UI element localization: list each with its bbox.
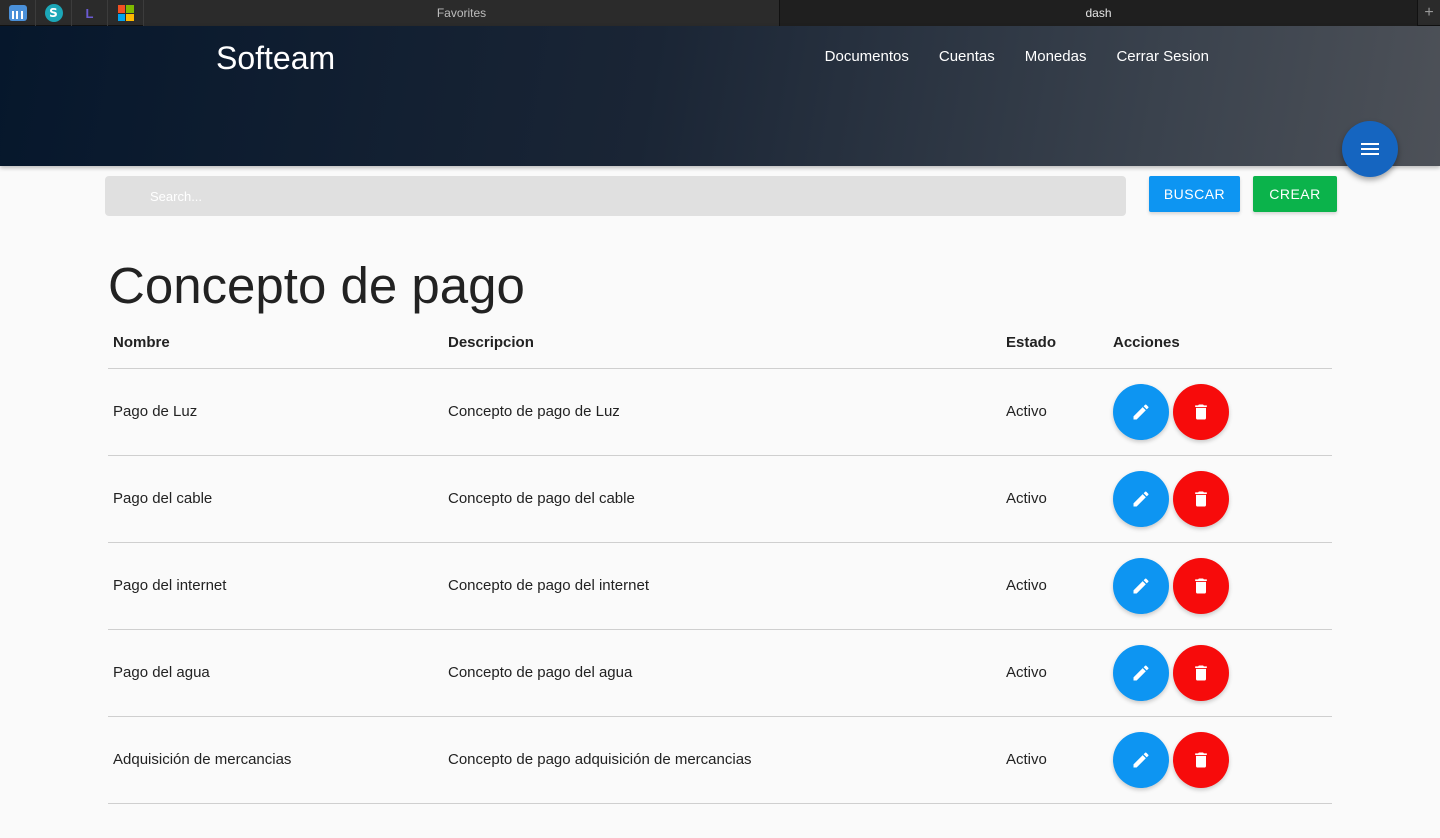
bookmark-s[interactable]: S [36, 0, 72, 26]
row-actions [1113, 471, 1229, 527]
cell-nombre: Pago de Luz [113, 403, 198, 420]
trash-icon [1195, 491, 1207, 507]
delete-button[interactable] [1173, 732, 1229, 788]
browser-tab-bar: S L Favorites dash + [0, 0, 1440, 26]
crear-button[interactable]: CREAR [1253, 176, 1337, 212]
cell-nombre: Adquisición de mercancias [113, 751, 292, 768]
cell-descripcion: Concepto de pago del internet [448, 577, 649, 594]
search-input[interactable] [105, 176, 1126, 216]
trash-icon [1195, 665, 1207, 681]
s-icon: S [44, 4, 63, 22]
pencil-icon [1133, 752, 1149, 768]
cell-nombre: Pago del internet [113, 577, 227, 594]
pencil-icon [1133, 404, 1149, 420]
pencil-icon [1133, 491, 1149, 507]
column-header-acciones: Acciones [1113, 334, 1180, 351]
bookmark-bank[interactable] [0, 0, 36, 26]
bookmark-windows[interactable] [108, 0, 144, 26]
cell-descripcion: Concepto de pago adquisición de mercanci… [448, 751, 752, 768]
column-header-descripcion: Descripcion [448, 334, 534, 351]
table-header: Nombre Descripcion Estado Acciones [108, 320, 1332, 369]
table-row: Pago de Luz Concepto de pago de Luz Acti… [108, 369, 1332, 456]
app-header: Softeam Documentos Cuentas Monedas Cerra… [0, 26, 1440, 166]
windows-icon [117, 5, 134, 21]
cell-estado: Activo [1006, 403, 1047, 420]
brand-logo[interactable]: Softeam [216, 40, 335, 77]
menu-fab-button[interactable] [1342, 121, 1398, 177]
tab-favorites[interactable]: Favorites [144, 0, 780, 26]
cell-descripcion: Concepto de pago de Luz [448, 403, 620, 420]
edit-button[interactable] [1113, 645, 1169, 701]
table-row: Pago del agua Concepto de pago del agua … [108, 630, 1332, 717]
main-nav: Documentos Cuentas Monedas Cerrar Sesion [795, 48, 1209, 65]
menu-icon [1361, 143, 1379, 155]
table-row: Pago del internet Concepto de pago del i… [108, 543, 1332, 630]
row-actions [1113, 732, 1229, 788]
bookmark-bar: S L [0, 0, 144, 26]
edit-button[interactable] [1113, 384, 1169, 440]
delete-button[interactable] [1173, 471, 1229, 527]
trash-icon [1195, 752, 1207, 768]
column-header-estado: Estado [1006, 334, 1057, 351]
trash-icon [1195, 404, 1207, 420]
edit-button[interactable] [1113, 558, 1169, 614]
edit-button[interactable] [1113, 732, 1169, 788]
cell-nombre: Pago del agua [113, 664, 210, 681]
pencil-icon [1133, 578, 1149, 594]
delete-button[interactable] [1173, 558, 1229, 614]
cell-estado: Activo [1006, 490, 1047, 507]
row-actions [1113, 384, 1229, 440]
delete-button[interactable] [1173, 645, 1229, 701]
trash-icon [1195, 578, 1207, 594]
table-row: Adquisición de mercancias Concepto de pa… [108, 717, 1332, 804]
pencil-icon [1133, 665, 1149, 681]
cell-descripcion: Concepto de pago del cable [448, 490, 635, 507]
column-header-nombre: Nombre [113, 334, 170, 351]
delete-button[interactable] [1173, 384, 1229, 440]
tab-dash[interactable]: dash [780, 0, 1417, 26]
l-icon: L [85, 5, 94, 21]
nav-monedas[interactable]: Monedas [1025, 48, 1087, 65]
table-row: Pago del cable Concepto de pago del cabl… [108, 456, 1332, 543]
bookmark-l[interactable]: L [72, 0, 108, 26]
row-actions [1113, 645, 1229, 701]
cell-estado: Activo [1006, 664, 1047, 681]
cell-estado: Activo [1006, 751, 1047, 768]
cell-estado: Activo [1006, 577, 1047, 594]
edit-button[interactable] [1113, 471, 1169, 527]
cell-nombre: Pago del cable [113, 490, 213, 507]
cell-descripcion: Concepto de pago del agua [448, 664, 633, 681]
new-tab-button[interactable]: + [1417, 0, 1440, 26]
page-title: Concepto de pago [108, 257, 525, 314]
row-actions [1113, 558, 1229, 614]
buscar-button[interactable]: BUSCAR [1149, 176, 1240, 212]
nav-cerrar-sesion[interactable]: Cerrar Sesion [1116, 48, 1209, 65]
concepto-table: Nombre Descripcion Estado Acciones Pago … [108, 320, 1332, 804]
nav-cuentas[interactable]: Cuentas [939, 48, 995, 65]
bank-icon [8, 5, 27, 21]
nav-documentos[interactable]: Documentos [825, 48, 909, 65]
